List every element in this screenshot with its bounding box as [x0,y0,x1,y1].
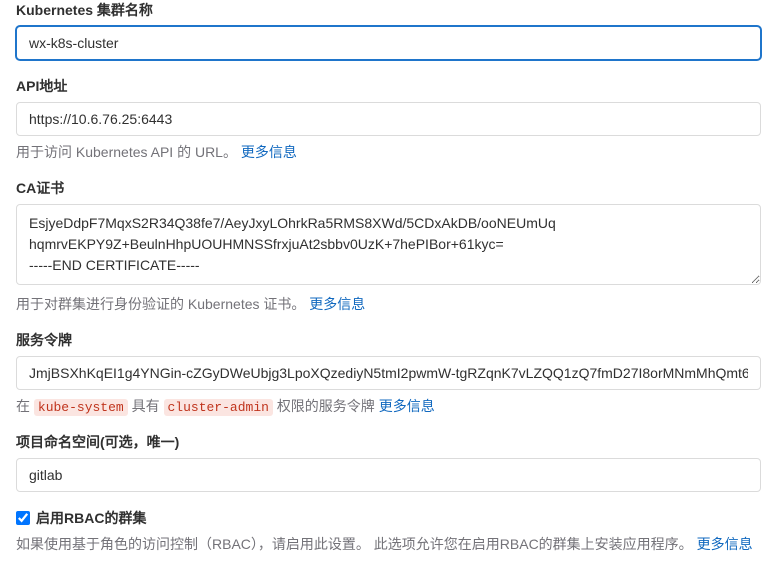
ca-cert-label: CA证书 [16,178,761,198]
service-token-input[interactable] [16,356,761,390]
rbac-label: 启用RBAC的群集 [36,508,146,528]
service-token-group: 服务令牌 在 kube-system 具有 cluster-admin 权限的服… [16,330,761,416]
service-token-more-link[interactable]: 更多信息 [379,398,435,414]
ca-cert-more-link[interactable]: 更多信息 [309,296,365,312]
api-url-hint: 用于访问 Kubernetes API 的 URL。 更多信息 [16,142,761,162]
namespace-label: 项目命名空间(可选，唯一) [16,432,761,452]
namespace-input[interactable] [16,458,761,492]
ca-cert-textarea[interactable] [16,204,761,285]
service-token-label: 服务令牌 [16,330,761,350]
ca-cert-hint: 用于对群集进行身份验证的 Kubernetes 证书。 更多信息 [16,294,761,314]
cluster-name-label: Kubernetes 集群名称 [16,0,761,20]
service-token-hint-suf: 权限的服务令牌 [277,398,375,414]
api-url-hint-text: 用于访问 Kubernetes API 的 URL。 [16,144,237,160]
api-url-label: API地址 [16,76,761,96]
namespace-group: 项目命名空间(可选，唯一) [16,432,761,492]
api-url-group: API地址 用于访问 Kubernetes API 的 URL。 更多信息 [16,76,761,162]
rbac-group: 启用RBAC的群集 如果使用基于角色的访问控制（RBAC），请启用此设置。 此选… [16,508,761,554]
rbac-checkbox[interactable] [16,511,30,525]
rbac-row: 启用RBAC的群集 [16,508,761,528]
cluster-name-input[interactable] [16,26,761,60]
rbac-hint-text: 如果使用基于角色的访问控制（RBAC），请启用此设置。 此选项允许您在启用RBA… [16,536,693,552]
rbac-more-link[interactable]: 更多信息 [697,536,753,552]
service-token-code-ca: cluster-admin [164,399,273,416]
rbac-hint: 如果使用基于角色的访问控制（RBAC），请启用此设置。 此选项允许您在启用RBA… [16,534,761,554]
api-url-input[interactable] [16,102,761,136]
service-token-hint: 在 kube-system 具有 cluster-admin 权限的服务令牌 更… [16,396,761,416]
api-url-more-link[interactable]: 更多信息 [241,144,297,160]
cluster-name-group: Kubernetes 集群名称 [16,0,761,60]
service-token-hint-mid: 具有 [132,398,160,414]
ca-cert-hint-text: 用于对群集进行身份验证的 Kubernetes 证书。 [16,296,305,312]
service-token-hint-pre: 在 [16,398,30,414]
service-token-code-ks: kube-system [34,399,128,416]
ca-cert-group: CA证书 用于对群集进行身份验证的 Kubernetes 证书。 更多信息 [16,178,761,314]
